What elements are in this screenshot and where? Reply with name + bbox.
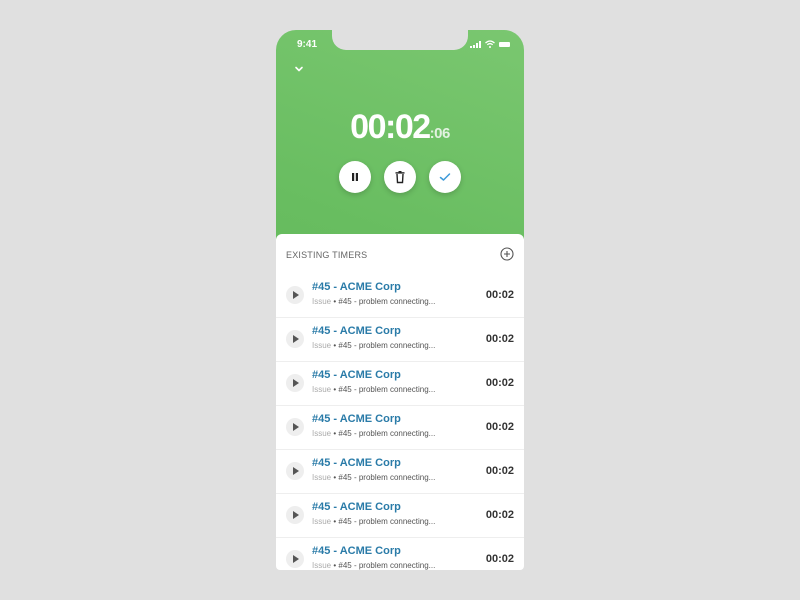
panel-header: EXISTING TIMERS	[276, 234, 524, 274]
play-icon	[293, 291, 299, 299]
status-icons	[470, 40, 510, 48]
timer-elapsed: 00:02	[485, 553, 514, 565]
timer-description: #45 - problem connecting...	[338, 297, 436, 306]
timer-subtitle: Issue • #45 - problem connecting...	[312, 297, 435, 306]
timer-row[interactable]: #45 - ACME Corp Issue • #45 - problem co…	[276, 406, 524, 450]
timer-seconds: :06	[429, 125, 451, 142]
phone-frame: 9:41 00:02:06 EXISTING TIMERS #45 - ACME…	[276, 30, 524, 570]
timer-description: #45 - problem connecting...	[338, 561, 436, 570]
status-time: 9:41	[297, 39, 318, 50]
timer-list: #45 - ACME Corp Issue • #45 - problem co…	[276, 274, 524, 570]
complete-button[interactable]	[429, 161, 461, 193]
timer-subtitle: Issue • #45 - problem connecting...	[312, 473, 435, 482]
timer-elapsed: 00:02	[485, 377, 514, 389]
trash-icon	[395, 171, 405, 184]
timer-row[interactable]: #45 - ACME Corp Issue • #45 - problem co…	[276, 318, 524, 362]
play-icon	[293, 467, 299, 475]
existing-timers-panel: EXISTING TIMERS #45 - ACME Corp Issue • …	[276, 234, 524, 570]
play-button[interactable]	[286, 330, 304, 348]
timer-type: Issue	[312, 385, 332, 394]
timer-elapsed: 00:02	[485, 289, 514, 301]
timer-controls	[276, 161, 524, 193]
plus-circle-icon[interactable]	[500, 247, 514, 261]
wifi-icon	[485, 40, 495, 48]
device-notch	[332, 30, 468, 50]
timer-row[interactable]: #45 - ACME Corp Issue • #45 - problem co…	[276, 274, 524, 318]
timer-row[interactable]: #45 - ACME Corp Issue • #45 - problem co…	[276, 538, 524, 570]
play-icon	[293, 335, 299, 343]
timer-main: 00:02	[350, 108, 431, 146]
play-button[interactable]	[286, 462, 304, 480]
timer-elapsed: 00:02	[485, 465, 514, 477]
play-icon	[293, 555, 299, 563]
section-title: EXISTING TIMERS	[286, 250, 368, 260]
timer-elapsed: 00:02	[485, 509, 514, 521]
check-icon	[439, 173, 451, 181]
timer-description: #45 - problem connecting...	[338, 429, 436, 438]
timer-row[interactable]: #45 - ACME Corp Issue • #45 - problem co…	[276, 362, 524, 406]
timer-description: #45 - problem connecting...	[338, 341, 436, 350]
play-button[interactable]	[286, 418, 304, 436]
timer-type: Issue	[312, 297, 332, 306]
timer-type: Issue	[312, 561, 332, 570]
timer-title[interactable]: #45 - ACME Corp	[312, 457, 401, 469]
timer-type: Issue	[312, 429, 332, 438]
timer-type: Issue	[312, 341, 332, 350]
timer-subtitle: Issue • #45 - problem connecting...	[312, 561, 435, 570]
timer-elapsed: 00:02	[485, 421, 514, 433]
timer-display: 00:02:06	[276, 108, 524, 147]
timer-title[interactable]: #45 - ACME Corp	[312, 369, 401, 381]
delete-button[interactable]	[384, 161, 416, 193]
play-button[interactable]	[286, 550, 304, 568]
timer-title[interactable]: #45 - ACME Corp	[312, 325, 401, 337]
timer-row[interactable]: #45 - ACME Corp Issue • #45 - problem co…	[276, 494, 524, 538]
play-icon	[293, 379, 299, 387]
battery-icon	[499, 42, 510, 47]
timer-type: Issue	[312, 473, 332, 482]
timer-title[interactable]: #45 - ACME Corp	[312, 413, 401, 425]
timer-type: Issue	[312, 517, 332, 526]
timer-subtitle: Issue • #45 - problem connecting...	[312, 341, 435, 350]
timer-description: #45 - problem connecting...	[338, 385, 436, 394]
pause-button[interactable]	[339, 161, 371, 193]
timer-elapsed: 00:02	[485, 333, 514, 345]
signal-icon	[470, 41, 481, 48]
pause-icon	[352, 173, 358, 181]
play-button[interactable]	[286, 374, 304, 392]
timer-title[interactable]: #45 - ACME Corp	[312, 501, 401, 513]
timer-description: #45 - problem connecting...	[338, 473, 436, 482]
timer-subtitle: Issue • #45 - problem connecting...	[312, 517, 435, 526]
timer-description: #45 - problem connecting...	[338, 517, 436, 526]
timer-row[interactable]: #45 - ACME Corp Issue • #45 - problem co…	[276, 450, 524, 494]
timer-title[interactable]: #45 - ACME Corp	[312, 281, 401, 293]
play-button[interactable]	[286, 286, 304, 304]
play-icon	[293, 511, 299, 519]
chevron-down-icon[interactable]	[293, 64, 305, 74]
play-button[interactable]	[286, 506, 304, 524]
timer-subtitle: Issue • #45 - problem connecting...	[312, 429, 435, 438]
play-icon	[293, 423, 299, 431]
timer-title[interactable]: #45 - ACME Corp	[312, 545, 401, 557]
timer-subtitle: Issue • #45 - problem connecting...	[312, 385, 435, 394]
